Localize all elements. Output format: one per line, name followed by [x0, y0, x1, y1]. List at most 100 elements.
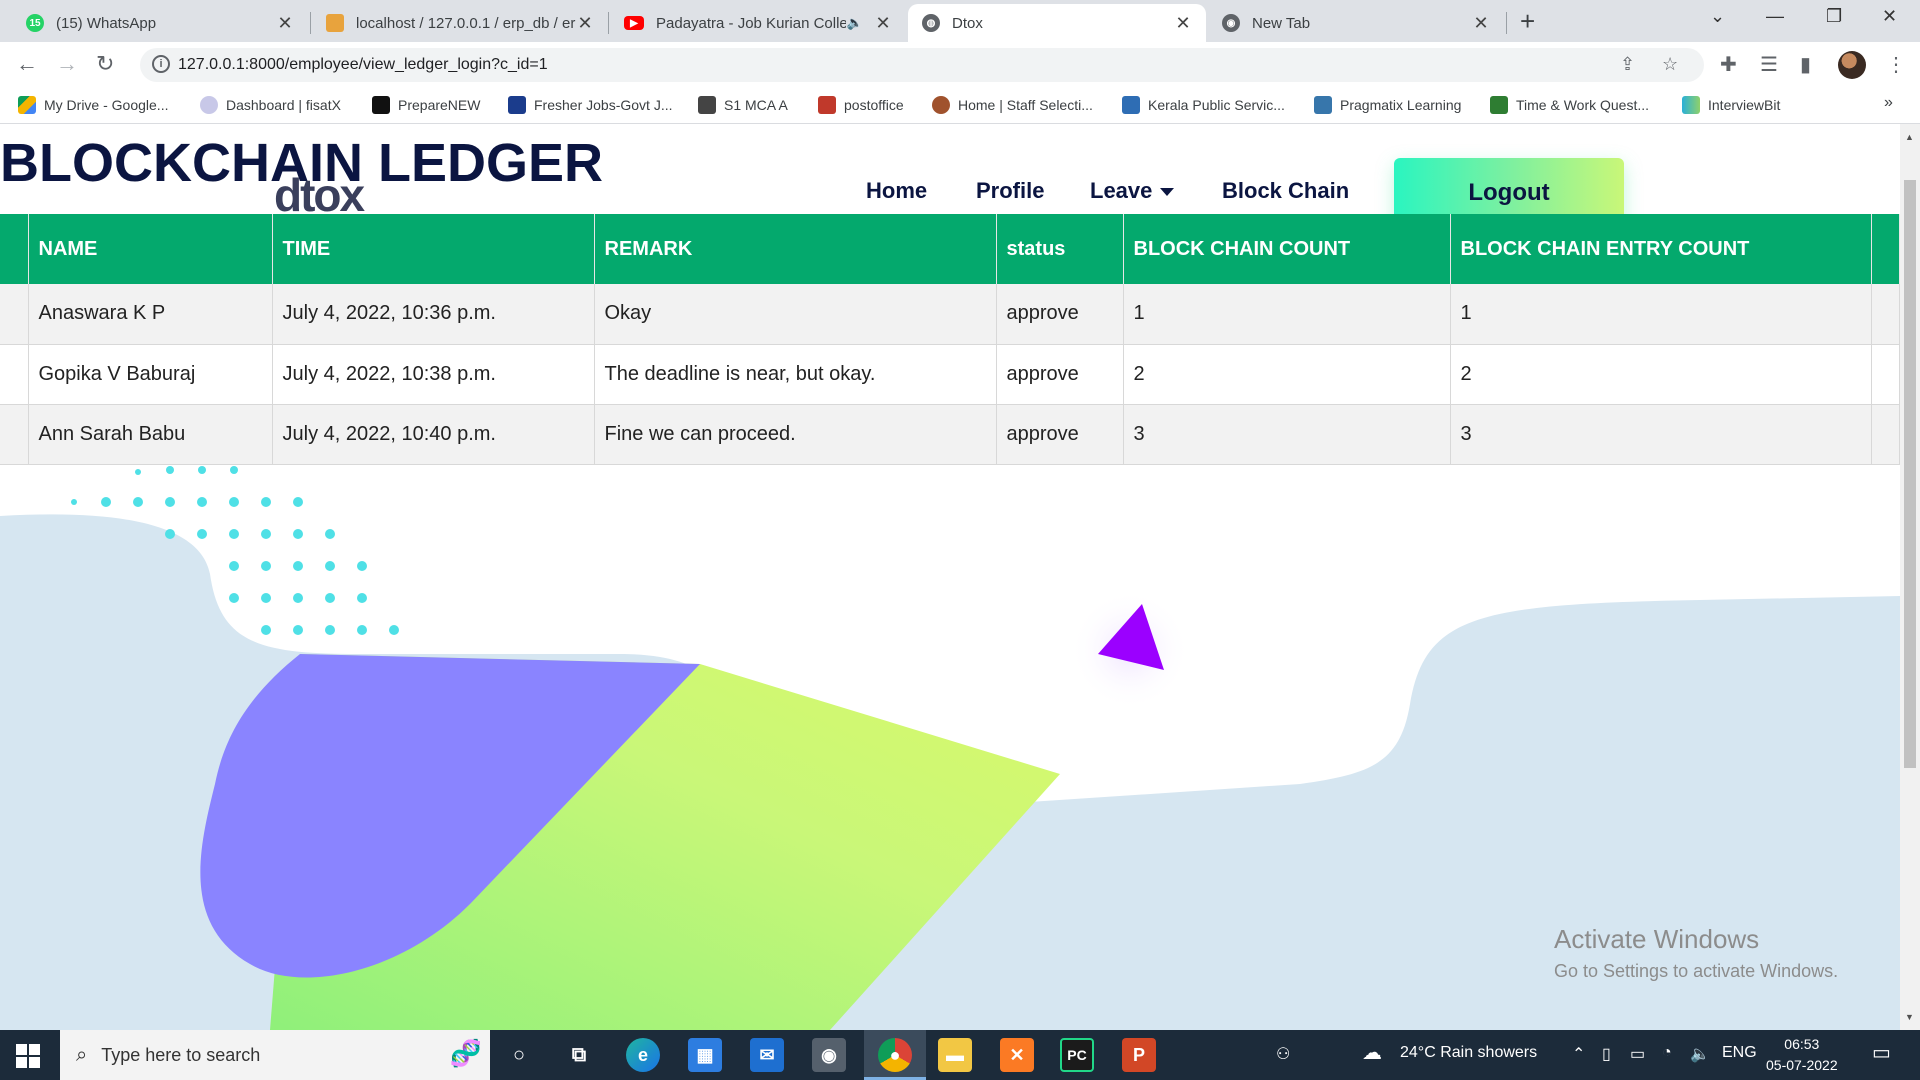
weather-icon[interactable]: ☁: [1362, 1040, 1382, 1065]
tab-youtube[interactable]: ▶ Padayatra - Job Kurian Colle 🔈 ✕: [610, 4, 906, 42]
tab-search-icon[interactable]: ⌄: [1710, 6, 1725, 27]
taskbar-clock[interactable]: 06:53 05-07-2022: [1766, 1034, 1838, 1076]
chevron-up-icon[interactable]: ⌃: [1572, 1044, 1585, 1064]
people-icon[interactable]: ⚇: [1276, 1044, 1290, 1064]
weather-text[interactable]: 24°C Rain showers: [1400, 1044, 1537, 1062]
taskbar-search-box[interactable]: ⌕ Type here to search 🧬: [60, 1030, 490, 1080]
reload-icon[interactable]: ↻: [96, 51, 114, 77]
page-scrollbar[interactable]: ▲ ▼: [1900, 124, 1920, 1030]
table-cell-time: July 4, 2022, 10:40 p.m.: [272, 404, 595, 465]
tab-new-tab[interactable]: ◉ New Tab ✕: [1208, 4, 1504, 42]
restore-button[interactable]: ❐: [1826, 6, 1842, 27]
notification-icon[interactable]: ▭: [1872, 1040, 1891, 1065]
dot: [261, 561, 271, 571]
task-view-icon[interactable]: ⧉: [562, 1038, 596, 1072]
wifi-icon[interactable]: ◔: [1662, 1044, 1672, 1062]
bookmark-item[interactable]: InterviewBit: [1682, 96, 1780, 114]
bookmark-star-icon[interactable]: ☆: [1662, 54, 1678, 75]
table-cell-block-chain-count: 2: [1123, 344, 1451, 405]
scrollbar-thumb[interactable]: [1904, 180, 1916, 768]
bookmark-item[interactable]: Time & Work Quest...: [1490, 96, 1649, 114]
bookmark-item[interactable]: postoffice: [818, 96, 904, 114]
bookmark-item[interactable]: S1 MCA A: [698, 96, 788, 114]
bookmark-item[interactable]: Pragmatix Learning: [1314, 96, 1461, 114]
bookmarks-bar: My Drive - Google... Dashboard | fisatX …: [0, 88, 1920, 124]
caret-down-icon: [1160, 188, 1175, 197]
table-cell-name: Anaswara K P: [28, 284, 273, 345]
bookmark-label: Home | Staff Selecti...: [958, 97, 1093, 113]
close-icon[interactable]: ✕: [874, 13, 892, 34]
youtube-icon: ▶: [624, 16, 644, 30]
nav-blockchain[interactable]: Block Chain: [1222, 178, 1349, 204]
camera-icon[interactable]: ◉: [812, 1038, 846, 1072]
close-icon[interactable]: ✕: [576, 13, 594, 34]
table-cell-name: Ann Sarah Babu: [28, 404, 273, 465]
table-cell-index: [0, 404, 29, 465]
nav-home[interactable]: Home: [866, 178, 927, 204]
url-text[interactable]: 127.0.0.1:8000/employee/view_ledger_logi…: [178, 56, 548, 74]
bookmark-item[interactable]: Dashboard | fisatX: [200, 96, 341, 114]
dot: [293, 529, 303, 539]
speaker-icon[interactable]: 🔈: [846, 15, 864, 31]
tab-phpmyadmin[interactable]: localhost / 127.0.0.1 / erp_db / er ✕: [312, 4, 608, 42]
dot: [197, 529, 207, 539]
bookmark-item[interactable]: PrepareNEW: [372, 96, 480, 114]
close-icon[interactable]: ✕: [1174, 13, 1192, 34]
dot: [325, 529, 335, 539]
side-panel-icon[interactable]: ▮: [1800, 52, 1811, 77]
tab-whatsapp[interactable]: 15 (15) WhatsApp ✕: [12, 4, 308, 42]
new-tab-button[interactable]: +: [1520, 6, 1535, 37]
battery-icon[interactable]: ▭: [1630, 1044, 1645, 1064]
address-bar[interactable]: i 127.0.0.1:8000/employee/view_ledger_lo…: [140, 48, 1704, 82]
file-explorer-icon[interactable]: ▬: [938, 1038, 972, 1072]
back-icon[interactable]: ←: [16, 51, 38, 77]
device-icon[interactable]: ▯: [1602, 1044, 1611, 1064]
table-header-status: status: [996, 214, 1124, 284]
bookmark-item[interactable]: My Drive - Google...: [18, 96, 168, 114]
bookmark-item[interactable]: Fresher Jobs-Govt J...: [508, 96, 672, 114]
xampp-icon[interactable]: ✕: [1000, 1038, 1034, 1072]
extensions-icon[interactable]: ✚: [1720, 52, 1737, 77]
site-info-icon[interactable]: i: [152, 55, 170, 73]
dot: [357, 593, 367, 603]
nav-leave-dropdown[interactable]: Leave: [1090, 178, 1175, 204]
share-icon[interactable]: ⇪: [1620, 54, 1635, 75]
tab-label: Padayatra - Job Kurian Colle: [656, 14, 846, 32]
close-icon[interactable]: ✕: [1472, 13, 1490, 34]
language-indicator[interactable]: ENG: [1722, 1044, 1757, 1062]
reading-list-icon[interactable]: ☰: [1760, 52, 1778, 77]
nav-profile[interactable]: Profile: [976, 178, 1044, 204]
powerpoint-icon[interactable]: P: [1122, 1038, 1156, 1072]
dot: [293, 593, 303, 603]
table-cell-index: [0, 344, 29, 405]
browser-toolbar: ← → ↻ i 127.0.0.1:8000/employee/view_led…: [0, 42, 1920, 88]
table-header-row: NAME TIME REMARK status BLOCK CHAIN COUN…: [0, 214, 1900, 284]
edge-icon[interactable]: e: [626, 1038, 660, 1072]
forward-icon[interactable]: →: [56, 51, 78, 77]
close-window-button[interactable]: ✕: [1882, 6, 1897, 27]
menu-icon[interactable]: ⋮: [1886, 52, 1906, 77]
more-bookmarks-icon[interactable]: »: [1884, 94, 1893, 112]
windows-taskbar: ⌕ Type here to search 🧬 ○ ⧉ e ▦ ✉ ◉ ● ▬ …: [0, 1030, 1920, 1080]
scroll-down-arrow-icon[interactable]: ▼: [1905, 1012, 1914, 1022]
dot: [135, 469, 141, 475]
globe-icon: ◍: [922, 14, 940, 32]
bookmark-label: PrepareNEW: [398, 97, 481, 113]
scroll-up-arrow-icon[interactable]: ▲: [1905, 132, 1914, 142]
tab-dtox[interactable]: ◍ Dtox ✕: [908, 4, 1206, 42]
postoffice-icon: [818, 96, 836, 114]
windows-start-icon[interactable]: [16, 1044, 40, 1068]
mail-icon[interactable]: ✉: [750, 1038, 784, 1072]
pycharm-icon[interactable]: PC: [1060, 1038, 1094, 1072]
volume-icon[interactable]: 🔈: [1690, 1044, 1710, 1064]
bookmark-item[interactable]: Kerala Public Servic...: [1122, 96, 1285, 114]
dot: [261, 529, 271, 539]
store-icon[interactable]: ▦: [688, 1038, 722, 1072]
bookmark-item[interactable]: Home | Staff Selecti...: [932, 96, 1093, 114]
close-icon[interactable]: ✕: [276, 13, 294, 34]
cortana-icon[interactable]: ○: [502, 1038, 536, 1072]
chrome-icon: ◉: [1222, 14, 1240, 32]
chrome-taskbar-icon[interactable]: ●: [864, 1038, 926, 1080]
minimize-button[interactable]: —: [1766, 6, 1784, 27]
profile-avatar[interactable]: [1838, 51, 1866, 79]
